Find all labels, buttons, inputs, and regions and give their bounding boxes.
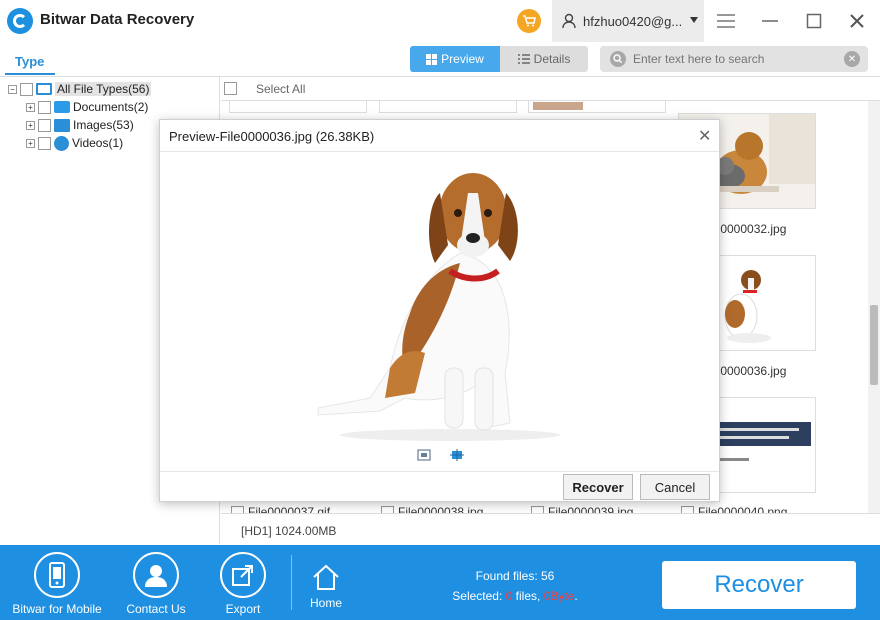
file-item[interactable]: File0000040.png — [681, 505, 787, 513]
checkbox[interactable] — [681, 505, 694, 513]
found-files: Found files: 56 — [475, 569, 555, 583]
contact-person-icon — [133, 552, 179, 598]
checkbox[interactable] — [38, 118, 51, 132]
tab-type[interactable]: Type — [15, 54, 44, 69]
tree-root[interactable]: − All File Types(56) — [8, 81, 152, 97]
user-name: hfzhuo0420@g... — [583, 14, 683, 29]
title-bar: Bitwar Data Recovery hfzhuo0420@g... — [0, 0, 880, 42]
file-name: File0000039.jpg — [548, 505, 634, 513]
preview-view-button[interactable]: Preview — [410, 46, 500, 72]
export-button[interactable]: Export — [210, 545, 276, 620]
contact-us-button[interactable]: Contact Us — [118, 545, 194, 620]
fit-screen-icon[interactable] — [417, 449, 431, 461]
cart-icon[interactable] — [517, 9, 541, 33]
beagle-preview-image — [317, 173, 560, 441]
file-item[interactable]: File0000037.gif — [231, 505, 330, 513]
close-icon[interactable]: ✕ — [698, 126, 711, 146]
file-name: File0000037.gif — [248, 505, 331, 513]
close-button[interactable] — [844, 8, 870, 34]
file-name: File0000040.png — [698, 505, 788, 513]
expand-icon[interactable]: + — [26, 102, 35, 112]
app-title: Bitwar Data Recovery — [40, 11, 195, 28]
list-icon — [517, 54, 530, 64]
home-button[interactable]: Home — [300, 545, 352, 620]
recover-button[interactable]: Recover — [662, 561, 856, 609]
search-box: ✕ — [600, 46, 868, 72]
details-label: Details — [533, 52, 571, 66]
search-icon — [610, 51, 626, 67]
user-account-menu[interactable]: hfzhuo0420@g... — [552, 0, 704, 42]
details-view-button[interactable]: Details — [500, 46, 588, 72]
selected-prefix: Selected: — [452, 589, 506, 603]
tree-root-label: All File Types(56) — [55, 82, 152, 96]
expand-icon[interactable]: + — [26, 120, 35, 130]
tree-item-documents[interactable]: + Documents(2) — [26, 99, 148, 115]
export-label: Export — [225, 602, 261, 616]
select-all-checkbox[interactable] — [224, 82, 237, 95]
checkbox[interactable] — [20, 82, 33, 96]
bitwar-mobile-label: Bitwar for Mobile — [12, 602, 102, 616]
tree-item-label: Images(53) — [73, 118, 134, 132]
scrollbar-thumb[interactable] — [870, 305, 878, 385]
minimize-button[interactable] — [757, 8, 783, 34]
divider — [160, 471, 719, 472]
vertical-scrollbar[interactable] — [868, 101, 880, 513]
home-icon — [313, 564, 339, 590]
tab-underline — [5, 73, 55, 75]
grid-icon — [426, 53, 438, 65]
checkbox[interactable] — [531, 505, 544, 513]
menu-icon[interactable] — [713, 8, 739, 34]
selected-mid: files, — [512, 589, 544, 603]
file-thumbnail[interactable] — [229, 101, 367, 113]
expand-icon[interactable]: + — [26, 138, 35, 148]
file-item[interactable]: File0000038.jpg — [381, 505, 483, 513]
computer-icon — [36, 83, 52, 95]
clear-search-icon[interactable]: ✕ — [844, 51, 860, 67]
preview-label: Preview — [441, 52, 484, 66]
export-icon — [220, 552, 266, 598]
view-toggle: Preview Details — [410, 46, 588, 72]
file-thumbnail[interactable] — [379, 101, 517, 113]
dialog-recover-button[interactable]: Recover — [563, 474, 633, 500]
checkbox[interactable] — [381, 505, 394, 513]
selected-info: Selected: 0 files, 0Byte. — [420, 589, 610, 603]
app-logo-icon — [7, 8, 33, 34]
checkbox[interactable] — [231, 505, 244, 513]
divider — [291, 555, 292, 610]
search-input[interactable] — [633, 49, 833, 69]
maximize-button[interactable] — [801, 8, 827, 34]
selected-size: 0Byte — [543, 589, 575, 603]
dialog-cancel-button[interactable]: Cancel — [640, 474, 710, 500]
contact-us-label: Contact Us — [126, 602, 186, 616]
user-icon — [562, 13, 576, 29]
file-name: File0000038.jpg — [398, 505, 484, 513]
divider — [160, 151, 719, 152]
home-label: Home — [309, 596, 342, 610]
preview-dialog: Preview-File0000036.jpg (26.38KB) ✕ Reco… — [159, 119, 720, 502]
bitwar-mobile-button[interactable]: Bitwar for Mobile — [8, 545, 106, 620]
tree-item-label: Videos(1) — [72, 136, 124, 150]
tree-item-videos[interactable]: + Videos(1) — [26, 135, 123, 151]
mobile-icon — [34, 552, 80, 598]
folder-icon — [54, 101, 70, 113]
collapse-icon[interactable]: − — [8, 84, 17, 94]
status-bar: [HD1] 1024.00MB — [221, 513, 880, 544]
file-thumbnail[interactable] — [528, 101, 666, 113]
selected-suffix: . — [574, 589, 578, 603]
actual-size-icon[interactable] — [450, 449, 464, 461]
image-icon — [54, 118, 70, 132]
tree-item-images[interactable]: + Images(53) — [26, 117, 134, 133]
caret-down-icon — [690, 17, 698, 23]
drive-info: [HD1] 1024.00MB — [241, 524, 337, 538]
checkbox[interactable] — [38, 100, 51, 114]
tree-item-label: Documents(2) — [73, 100, 149, 114]
video-icon — [54, 135, 69, 151]
file-item[interactable]: File0000039.jpg — [531, 505, 633, 513]
dialog-title: Preview-File0000036.jpg (26.38KB) — [169, 129, 375, 144]
select-all-row: Select All — [221, 77, 880, 101]
select-all-label: Select All — [256, 82, 306, 96]
checkbox[interactable] — [38, 136, 51, 150]
